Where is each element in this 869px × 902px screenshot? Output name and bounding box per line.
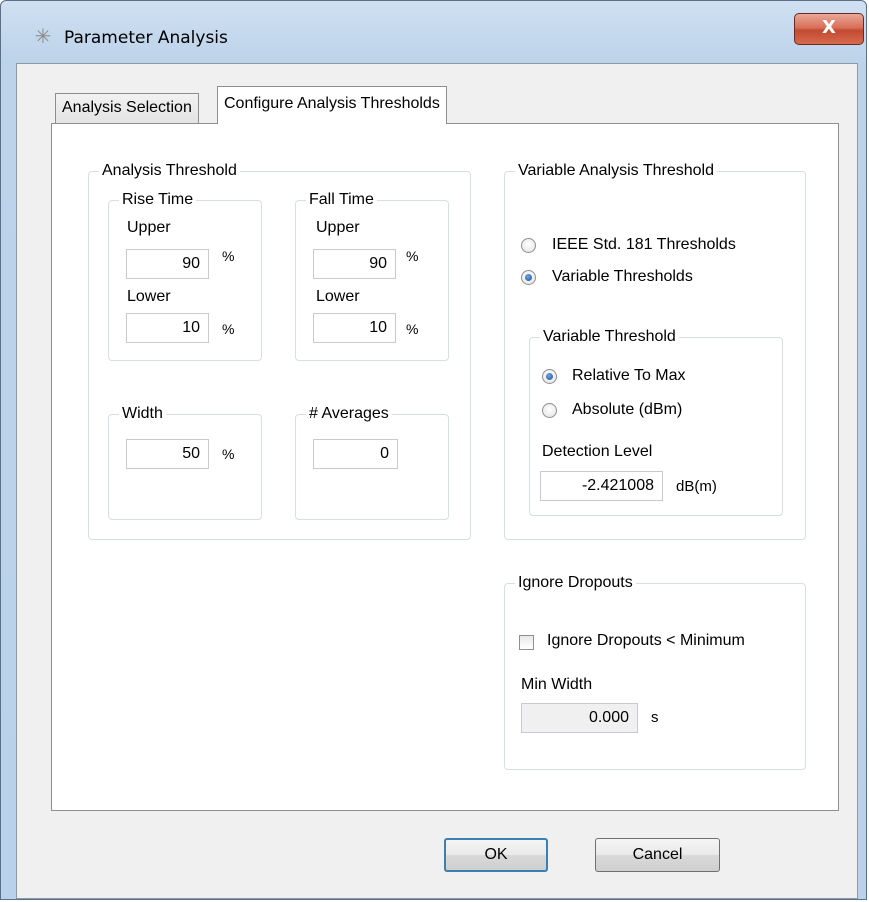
app-icon: ✳	[34, 26, 52, 48]
rise-lower-input[interactable]: 10	[126, 313, 209, 343]
ok-button[interactable]: OK	[444, 838, 548, 872]
variable-thresholds-label: Variable Thresholds	[552, 268, 693, 285]
tab-analysis-selection[interactable]: Analysis Selection	[55, 93, 199, 123]
detection-level-input[interactable]: -2.421008	[540, 471, 663, 501]
fall-time-legend: Fall Time	[309, 191, 374, 208]
variable-threshold-legend: Variable Threshold	[543, 328, 676, 345]
tab-configure-analysis-thresholds[interactable]: Configure Analysis Thresholds	[217, 86, 447, 124]
window-title: Parameter Analysis	[64, 28, 228, 48]
tab-panel: Analysis Threshold Rise Time Upper 90 % …	[51, 123, 839, 811]
width-input[interactable]: 50	[126, 439, 209, 469]
close-button[interactable]: X	[794, 13, 864, 45]
ieee-thresholds-label: IEEE Std. 181 Thresholds	[552, 236, 736, 253]
dialog-client-area: Analysis Selection Configure Analysis Th…	[16, 63, 858, 899]
fall-upper-input[interactable]: 90	[313, 249, 396, 279]
absolute-dbm-radio[interactable]	[542, 403, 557, 418]
fall-upper-unit: %	[406, 248, 419, 264]
ieee-thresholds-radio[interactable]	[521, 238, 536, 253]
fall-lower-input[interactable]: 10	[313, 313, 396, 343]
averages-input[interactable]: 0	[313, 439, 398, 469]
relative-to-max-radio[interactable]	[542, 369, 557, 384]
variable-analysis-threshold-legend: Variable Analysis Threshold	[518, 162, 714, 179]
detection-level-label: Detection Level	[542, 443, 653, 460]
min-width-label: Min Width	[521, 676, 593, 693]
fall-lower-unit: %	[406, 321, 419, 337]
min-width-input[interactable]: 0.000	[521, 703, 638, 733]
analysis-threshold-legend: Analysis Threshold	[102, 162, 237, 179]
width-unit: %	[222, 446, 235, 462]
rise-time-legend: Rise Time	[122, 191, 194, 208]
rise-upper-unit: %	[222, 248, 235, 264]
dialog-window: ✳ Parameter Analysis X Analysis Selectio…	[0, 0, 867, 900]
rise-lower-label: Lower	[127, 288, 171, 305]
relative-to-max-label: Relative To Max	[572, 367, 686, 384]
absolute-dbm-label: Absolute (dBm)	[572, 401, 683, 418]
title-bar: ✳ Parameter Analysis X	[1, 1, 866, 61]
ignore-dropouts-group: Ignore Dropouts	[504, 574, 806, 770]
ignore-dropouts-legend: Ignore Dropouts	[518, 574, 633, 591]
ignore-dropouts-label: Ignore Dropouts < Minimum	[547, 632, 745, 649]
rise-upper-label: Upper	[127, 219, 171, 236]
cancel-button[interactable]: Cancel	[595, 838, 720, 872]
rise-upper-input[interactable]: 90	[126, 249, 209, 279]
ignore-dropouts-checkbox[interactable]	[519, 635, 534, 650]
averages-legend: # Averages	[309, 405, 389, 422]
variable-thresholds-radio[interactable]	[521, 270, 536, 285]
width-legend: Width	[122, 405, 163, 422]
fall-upper-label: Upper	[316, 219, 360, 236]
rise-lower-unit: %	[222, 321, 235, 337]
fall-lower-label: Lower	[316, 288, 360, 305]
detection-level-unit: dB(m)	[676, 478, 717, 495]
min-width-unit: s	[651, 709, 659, 726]
